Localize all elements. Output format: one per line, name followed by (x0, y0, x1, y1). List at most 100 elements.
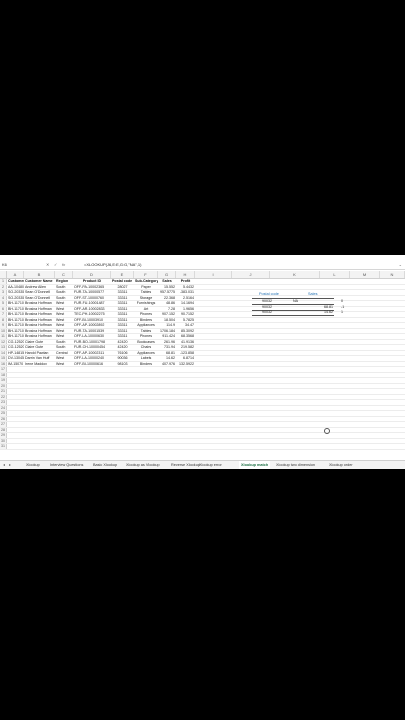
column-header-a[interactable]: A (7, 271, 24, 278)
row-number[interactable]: 3 (0, 290, 7, 295)
cell-region[interactable]: West (55, 362, 73, 367)
cell-sub-category[interactable]: Labels (134, 356, 158, 361)
header-sales[interactable]: Sales (158, 279, 176, 284)
cell-region[interactable]: South (55, 340, 73, 345)
cell-postal-code[interactable]: 33311 (111, 329, 134, 334)
tab-xlookup-error[interactable]: Xlookup error (199, 461, 222, 469)
cell-customer-id[interactable]: BH-11710 (7, 318, 24, 323)
cell-customer-id[interactable]: IM-15070 (7, 362, 24, 367)
row-number[interactable]: 6 (0, 306, 7, 311)
column-header-c[interactable]: C (55, 271, 73, 278)
cell-region[interactable]: Central (55, 351, 73, 356)
cell-customer-id[interactable]: SO-20335 (7, 290, 24, 295)
cell-product-id[interactable]: OFF-AP-10002311 (73, 351, 111, 356)
cell-region[interactable]: West (55, 329, 73, 334)
cell-sub-category[interactable]: Furnishings (134, 301, 158, 306)
cell-profit[interactable]: 6.8714 (176, 356, 195, 361)
cell-customer-id[interactable]: BH-11710 (7, 334, 24, 339)
cell-sales[interactable]: 22.368 (158, 296, 176, 301)
row-number[interactable]: 5 (0, 301, 7, 306)
cell-sales[interactable]: 407.976 (158, 362, 176, 367)
cell-customer-id[interactable]: CG-12520 (7, 345, 24, 350)
cell-customer-name[interactable]: Sean O'Donnell (24, 296, 55, 301)
cell-sales[interactable]: 907.152 (158, 312, 176, 317)
column-header-d[interactable]: D (73, 271, 111, 278)
cell-sub-category[interactable]: Art (134, 307, 158, 312)
column-header-g[interactable]: G (158, 271, 176, 278)
header-customer-name[interactable]: Customer Name (24, 279, 55, 284)
row-number[interactable]: 23 (0, 400, 7, 405)
row-number[interactable]: 21 (0, 389, 7, 394)
row-number[interactable]: 18 (0, 372, 7, 377)
cell-postal-code[interactable]: 76106 (111, 351, 134, 356)
cell-region[interactable]: South (55, 296, 73, 301)
cell-product-id[interactable]: OFF-LA-10000240 (73, 356, 111, 361)
cell-customer-name[interactable]: Brosina Hoffman (24, 329, 55, 334)
cell-sales[interactable]: 114.9 (158, 323, 176, 328)
lookup-sales-header[interactable]: Sales (308, 292, 318, 296)
cell-customer-id[interactable]: BH-11710 (7, 323, 24, 328)
row-number[interactable]: 27 (0, 422, 7, 427)
row-number[interactable]: 10 (0, 328, 7, 333)
cell-product-id[interactable]: OFF-BI-10000616 (73, 362, 111, 367)
cell-region[interactable]: West (55, 323, 73, 328)
cell-sub-category[interactable]: Appliances (134, 323, 158, 328)
cell-postal-code[interactable]: 33311 (111, 290, 134, 295)
cell-sales[interactable]: 261.96 (158, 340, 176, 345)
cell-postal-code[interactable]: 33311 (111, 318, 134, 323)
cell-product-id[interactable]: FUR-TA-10001539 (73, 329, 111, 334)
cell-customer-name[interactable]: Harold Pawlan (24, 351, 55, 356)
row-number[interactable]: 22 (0, 394, 7, 399)
tab-xlookup[interactable]: Xlookup (26, 461, 40, 469)
cell-sub-category[interactable]: Bookcases (134, 340, 158, 345)
cell-product-id[interactable]: OFF-LA-10000630 (73, 334, 111, 339)
row-number[interactable]: 14 (0, 350, 7, 355)
cell-sales[interactable]: 18.504 (158, 318, 176, 323)
row-number[interactable]: 24 (0, 405, 7, 410)
cell-postal-code[interactable]: 28027 (111, 285, 134, 290)
cell-profit[interactable]: 68.3568 (176, 334, 195, 339)
tab-prev-icon[interactable]: ◂ (3, 461, 5, 469)
cell-customer-name[interactable]: Brosina Hoffman (24, 334, 55, 339)
cell-customer-id[interactable]: BH-11710 (7, 312, 24, 317)
cell-product-id[interactable]: OFF-AP-10002892 (73, 323, 111, 328)
cell-profit[interactable]: 2.5164 (176, 296, 195, 301)
column-header-l[interactable]: L (320, 271, 350, 278)
cell-region[interactable]: West (55, 312, 73, 317)
cell-customer-name[interactable]: Irene Maddox (24, 362, 55, 367)
column-header-j[interactable]: J (232, 271, 270, 278)
cell-sales[interactable]: 1706.184 (158, 329, 176, 334)
chevron-down-icon[interactable]: ⌄ (399, 261, 402, 268)
cell-sales[interactable]: 731.94 (158, 345, 176, 350)
cell-region[interactable]: South (55, 345, 73, 350)
row-number[interactable]: 26 (0, 416, 7, 421)
column-header-h[interactable]: H (176, 271, 195, 278)
row-number[interactable]: 2 (0, 284, 7, 289)
cell-profit[interactable]: 5.4432 (176, 285, 195, 290)
cell-region[interactable]: South (55, 285, 73, 290)
row-number[interactable]: 29 (0, 433, 7, 438)
cell-customer-name[interactable]: Brosina Hoffman (24, 318, 55, 323)
cell-postal-code[interactable]: 33311 (111, 323, 134, 328)
tab-next-icon[interactable]: ▸ (9, 461, 11, 469)
cell-customer-id[interactable]: BH-11710 (7, 329, 24, 334)
cell-customer-name[interactable]: Claire Gute (24, 345, 55, 350)
cell-customer-name[interactable]: Brosina Hoffman (24, 312, 55, 317)
cell-profit[interactable]: 41.9136 (176, 340, 195, 345)
lookup-match-mode[interactable]: -1 (341, 305, 351, 310)
cell-product-id[interactable]: FUR-FU-10001487 (73, 301, 111, 306)
cell-product-id[interactable]: FUR-CH-10000454 (73, 345, 111, 350)
cell-profit[interactable]: 85.3092 (176, 329, 195, 334)
row-number[interactable]: 20 (0, 383, 7, 388)
cell-sub-category[interactable]: Appliances (134, 351, 158, 356)
row-number[interactable]: 9 (0, 323, 7, 328)
row-number[interactable]: 30 (0, 438, 7, 443)
column-header-e[interactable]: E (111, 271, 134, 278)
cell-postal-code[interactable]: 42420 (111, 340, 134, 345)
cell-profit[interactable]: 1.9656 (176, 307, 195, 312)
cell-customer-id[interactable]: BH-11710 (7, 301, 24, 306)
cell-profit[interactable]: 90.7152 (176, 312, 195, 317)
cell-region[interactable]: West (55, 318, 73, 323)
cell-product-id[interactable]: FUR-BO-10001798 (73, 340, 111, 345)
column-header-i[interactable]: I (195, 271, 232, 278)
